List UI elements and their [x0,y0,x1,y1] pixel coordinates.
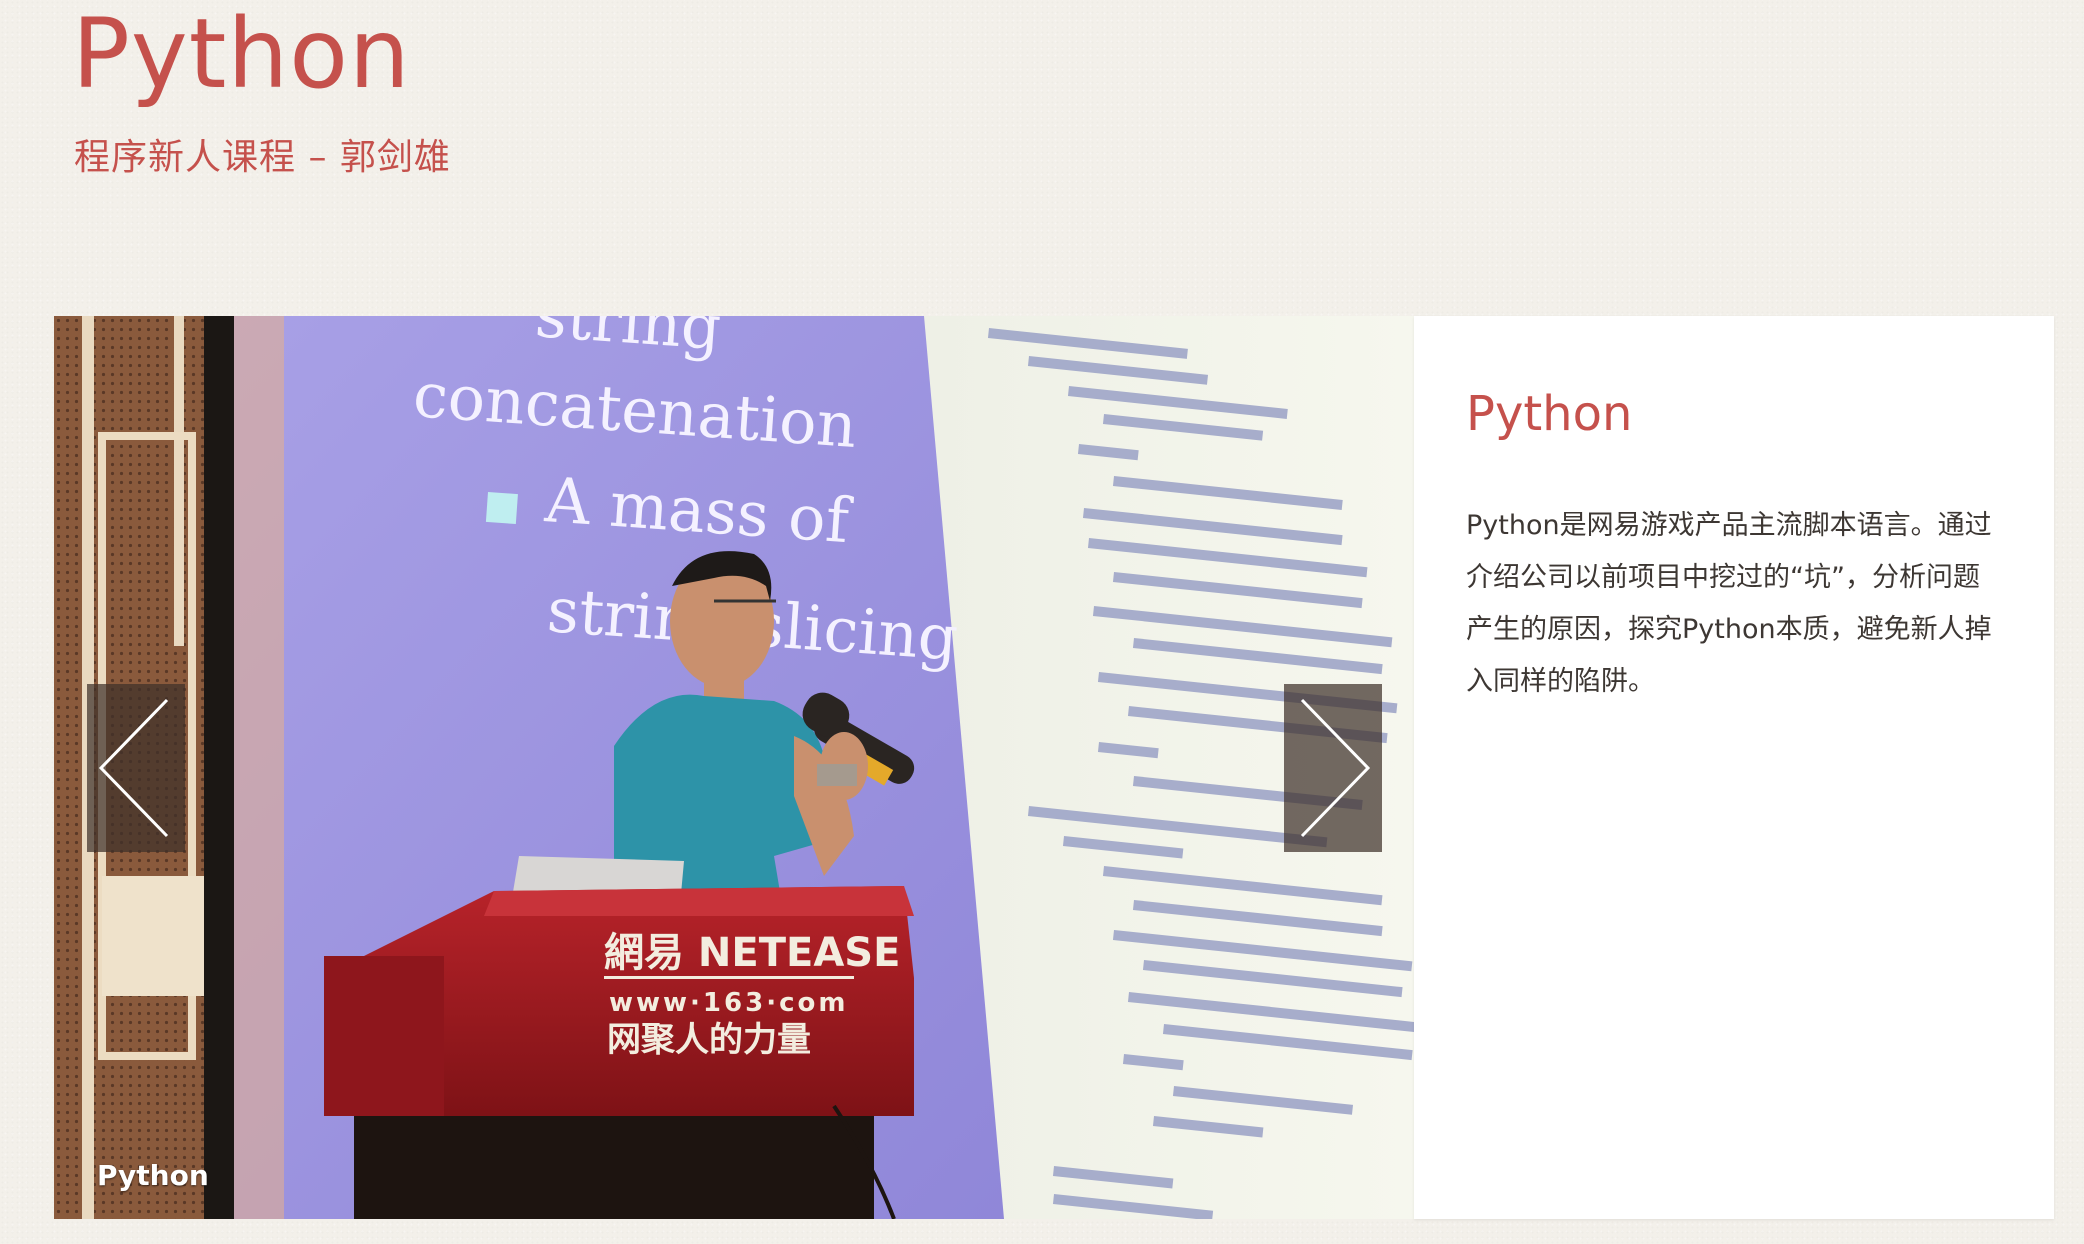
chevron-right-icon [1300,698,1371,838]
course-title: Python [1466,386,1633,442]
slide-caption: Python [97,1159,209,1192]
course-description: Python是网易游戏产品主流脚本语言。通过介绍公司以前项目中挖过的“坑”，分析… [1466,510,1992,697]
chevron-left-icon [98,698,169,838]
page-title: Python [72,0,411,110]
photo-carousel[interactable]: string concatenation A mass of string sl… [54,316,1414,1219]
page-subtitle: 程序新人课程 – 郭剑雄 [74,137,451,178]
info-panel: Python Python是网易游戏产品主流脚本语言。通过介绍公司以前项目中挖过… [1414,316,2054,1219]
slide-photo: string concatenation A mass of string sl… [54,316,1414,1219]
prev-slide-button[interactable] [87,684,185,852]
podium-brand: 網易 NETEASE [604,930,900,976]
next-slide-button[interactable] [1284,684,1382,852]
podium-slogan: 网聚人的力量 [607,1020,811,1060]
podium-url: www·163·com [609,988,848,1018]
